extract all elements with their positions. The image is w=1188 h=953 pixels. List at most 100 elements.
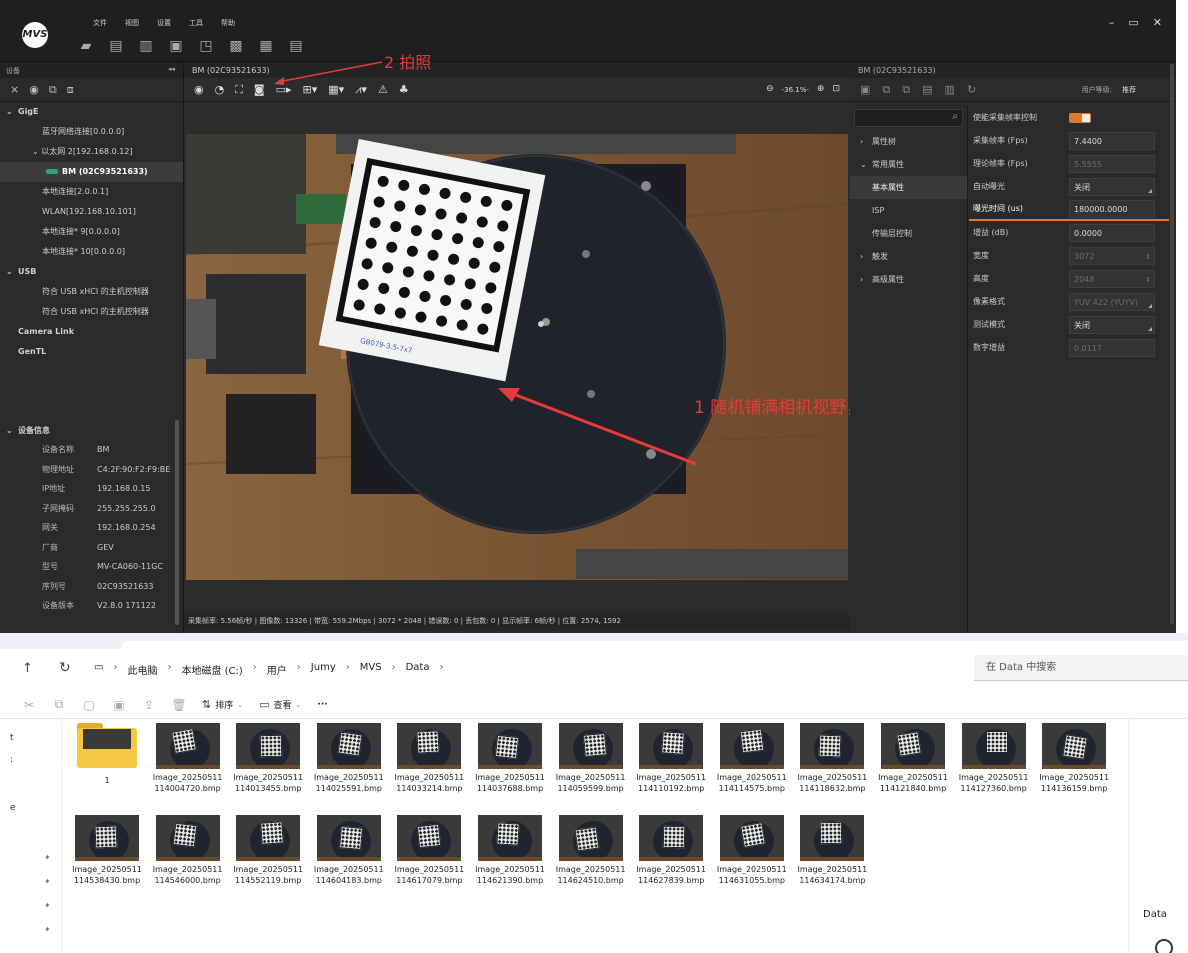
more-button[interactable]: ··· [317, 700, 327, 710]
parameter-icon[interactable]: ▣ [860, 83, 870, 96]
file-item[interactable]: Image_20250511114114575.bmp [713, 719, 791, 794]
save-as-icon[interactable]: ▥ [138, 38, 154, 54]
user-level[interactable]: 用户等级: 推荐 [1082, 85, 1136, 95]
file-item[interactable]: Image_20250511114033214.bmp [390, 719, 468, 794]
file-item[interactable]: Image_20250511114627839.bmp [632, 811, 710, 886]
cat-trigger[interactable]: › 触发 [850, 245, 967, 268]
refresh-icon[interactable]: ↻ [59, 660, 71, 676]
property-row[interactable]: 采集帧率 (Fps) 7.4400 [969, 129, 1169, 152]
file-item[interactable]: Image_20250511114538430.bmp [68, 811, 146, 886]
reset-icon[interactable]: ↻ [967, 83, 976, 96]
export-icon[interactable]: ⧉ [902, 83, 910, 97]
property-row[interactable]: 理论帧率 (Fps) 5.5555 [969, 152, 1169, 175]
property-row[interactable]: 高度 2048 [969, 267, 1169, 290]
tree-bluetooth[interactable]: 蓝牙网络连接[0.0.0.0] [0, 122, 183, 142]
file-item[interactable]: Image_20250511114617079.bmp [390, 811, 468, 886]
load-config-icon[interactable]: ▤ [922, 83, 932, 96]
file-item[interactable]: Image_20250511114013455.bmp [229, 719, 307, 794]
monitor-icon[interactable]: ▭ [94, 662, 103, 677]
waveform-icon[interactable]: ▩ [228, 38, 244, 54]
tree-gentl[interactable]: GenTL [0, 342, 183, 362]
menu-file[interactable]: 文件 [93, 18, 107, 28]
file-item[interactable]: Image_20250511114118632.bmp [793, 719, 871, 794]
file-item[interactable]: Image_20250511114624510.bmp [552, 811, 630, 886]
property-row[interactable]: 宽度 3072 [969, 244, 1169, 267]
stop-grab-icon[interactable]: ◉ [194, 83, 204, 96]
capture-photo-icon[interactable]: ◙ [254, 83, 265, 96]
fit-window-icon[interactable]: ◳ [198, 38, 214, 54]
property-value[interactable]: 7.4400 [1069, 131, 1155, 150]
pin-icon[interactable]: ✦ [44, 901, 51, 910]
open-folder-icon[interactable]: ▰ [78, 38, 94, 54]
menu-settings[interactable]: 设置 [157, 18, 171, 28]
tree-local10[interactable]: 本地连接* 10[0.0.0.0] [0, 242, 183, 262]
file-item[interactable]: Image_20250511114110192.bmp [632, 719, 710, 794]
property-row[interactable]: 数字增益 0.0117 [969, 336, 1169, 359]
details-circle-icon[interactable] [1155, 939, 1173, 953]
property-row[interactable]: 增益 (dB) 0.0000 [969, 221, 1169, 244]
tree-camera-selected[interactable]: BM (02C93521633) [0, 162, 183, 182]
file-item[interactable]: Image_20250511114634174.bmp [793, 811, 871, 886]
crumb-mvs[interactable]: MVS [360, 662, 382, 677]
property-value[interactable]: 5.5555 [1069, 154, 1155, 173]
paste-icon[interactable]: ▢ [74, 698, 104, 712]
save-config-icon[interactable]: ▥ [945, 83, 955, 96]
delete-icon[interactable]: 🗑 [164, 698, 194, 712]
property-row[interactable]: 曝光时间 (us) 180000.0000 [969, 198, 1169, 221]
fullscreen-icon[interactable]: ⛶ [235, 83, 243, 97]
device-panel-scrollbar[interactable] [175, 420, 179, 625]
property-value[interactable]: 0.0117 [1069, 338, 1155, 357]
property-value[interactable]: 3072 [1069, 246, 1155, 266]
tree-usb-2[interactable]: 符合 USB xHCI 的主机控制器 [0, 302, 183, 322]
crumb-users[interactable]: 用户 [267, 662, 287, 677]
file-item[interactable]: Image_20250511114004720.bmp [149, 719, 227, 794]
property-row[interactable]: 像素格式 YUV 422 (YUYV) [969, 290, 1169, 313]
file-item[interactable]: Image_20250511114127360.bmp [955, 719, 1033, 794]
frame-rate-control-toggle[interactable] [1069, 112, 1091, 123]
property-value[interactable]: YUV 422 (YUYV) [1069, 292, 1155, 311]
device-info-header[interactable]: ⌄ 设备信息 [0, 422, 184, 440]
view-button[interactable]: ▭ 查看 ⌄ [259, 698, 301, 711]
tree-camera-link[interactable]: Camera Link [0, 322, 183, 342]
tree-usb-1[interactable]: 符合 USB xHCI 的主机控制器 [0, 282, 183, 302]
file-item[interactable]: Image_20250511114546000.bmp [149, 811, 227, 886]
explorer-search-input[interactable]: 在 Data 中搜索 [974, 655, 1188, 681]
rename-icon[interactable]: ▣ [104, 698, 134, 712]
file-item[interactable]: Image_20250511114121840.bmp [874, 719, 952, 794]
properties-scrollbar[interactable] [1170, 64, 1174, 624]
disconnect-icon[interactable]: ◉ [29, 83, 39, 96]
device-copy-icon[interactable]: ⧉ [49, 83, 57, 96]
tree-local9[interactable]: 本地连接* 9[0.0.0.0] [0, 222, 183, 242]
share-icon[interactable]: ⇪ [134, 698, 164, 712]
property-row[interactable]: 使能采集帧率控制 [969, 106, 1169, 129]
property-value[interactable]: 2048 [1069, 269, 1155, 289]
layout-icon[interactable]: ▣ [168, 38, 184, 54]
file-item[interactable]: Image_20250511114037688.bmp [471, 719, 549, 794]
save-icon[interactable]: ▤ [108, 38, 124, 54]
pin-icon[interactable]: ✦ [44, 877, 51, 886]
camera-image[interactable]: GB079-3.5-7x7 [186, 134, 848, 580]
up-arrow-icon[interactable]: ↑ [22, 661, 33, 676]
property-value[interactable]: 关闭 [1069, 315, 1155, 334]
pin-icon[interactable]: ✦ [44, 853, 51, 862]
folder-item[interactable]: 1 [68, 719, 146, 786]
rgb-icon[interactable]: ♣ [399, 83, 409, 96]
property-value[interactable]: 180000.0000 [1069, 199, 1155, 218]
file-item[interactable]: Image_20250511114631055.bmp [713, 811, 791, 886]
restore-button[interactable]: ▭ [1128, 16, 1138, 29]
zoom-in-icon[interactable]: ⊕ [817, 84, 825, 94]
crumb-this-pc[interactable]: 此电脑 [127, 662, 157, 677]
import-icon[interactable]: ⧉ [882, 83, 890, 97]
crumb-jumy[interactable]: Jumy [311, 662, 336, 677]
property-row[interactable]: 自动曝光 关闭 [969, 175, 1169, 198]
tree-ethernet2[interactable]: ⌄ 以太网 2[192.168.0.12] [0, 142, 183, 162]
cat-common[interactable]: ⌄ 常用属性 [850, 153, 967, 176]
actual-size-icon[interactable]: ⊡ [832, 84, 840, 94]
trigger-icon[interactable]: ◔ [215, 83, 225, 96]
file-item[interactable]: Image_20250511114604183.bmp [310, 811, 388, 886]
zoom-out-icon[interactable]: ⊖ [766, 84, 774, 94]
menu-tools[interactable]: 工具 [189, 18, 203, 28]
menu-view[interactable]: 视图 [125, 18, 139, 28]
file-item[interactable]: Image_20250511114025591.bmp [310, 719, 388, 794]
cat-transport[interactable]: 传输层控制 [850, 222, 967, 245]
